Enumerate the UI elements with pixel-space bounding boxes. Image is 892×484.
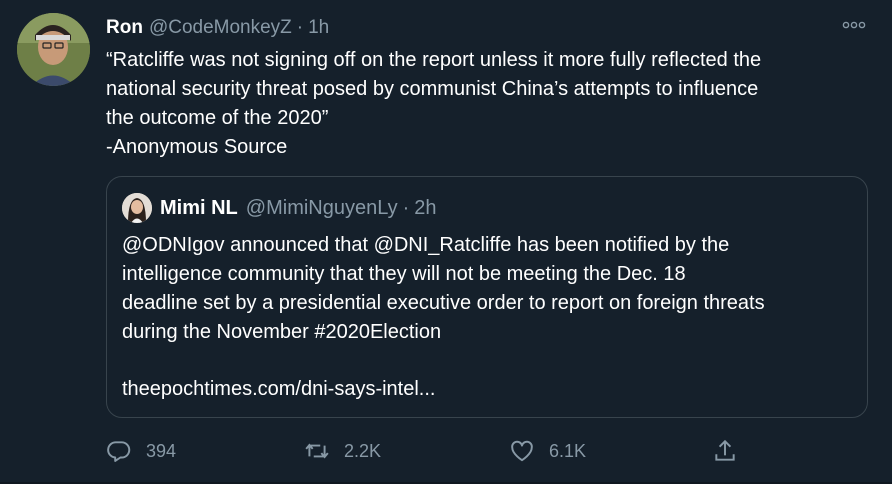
author-name[interactable]: Ron bbox=[106, 17, 143, 39]
more-icon bbox=[842, 21, 866, 29]
like-button[interactable]: 6.1K bbox=[509, 434, 586, 468]
reply-button[interactable]: 394 bbox=[106, 434, 176, 468]
share-icon bbox=[715, 439, 735, 461]
quoted-tweet[interactable]: Mimi NL @MimiNguyenLy · 2h @ODNIgov anno… bbox=[106, 176, 868, 418]
separator-dot: · bbox=[402, 196, 410, 219]
separator-dot: · bbox=[296, 17, 304, 38]
tweet-text: “Ratcliffe was not signing off on the re… bbox=[106, 49, 762, 158]
retweet-count: 2.2K bbox=[344, 440, 382, 461]
tweet[interactable]: Ron @CodeMonkeyZ · 1h “Ratcliffe was not… bbox=[0, 0, 892, 484]
author-handle[interactable]: @CodeMonkeyZ bbox=[149, 17, 292, 39]
retweet-icon bbox=[305, 443, 329, 459]
retweet-button[interactable]: 2.2K bbox=[304, 434, 381, 468]
quoted-author-handle: @MimiNguyenLy bbox=[245, 196, 398, 219]
quoted-tweet-link[interactable]: theepochtimes.com/dni-says-intel... bbox=[122, 378, 435, 401]
reply-count: 394 bbox=[146, 440, 177, 461]
tweet-header: Ron @CodeMonkeyZ · 1h bbox=[106, 13, 872, 43]
quoted-tweet-header: Mimi NL @MimiNguyenLy · 2h bbox=[122, 192, 437, 224]
avatar[interactable] bbox=[17, 13, 90, 86]
quoted-tweet-time: 2h bbox=[414, 196, 437, 219]
quoted-tweet-text: @ODNIgov announced that @DNI_Ratcliffe h… bbox=[122, 234, 765, 343]
share-button[interactable] bbox=[712, 434, 752, 468]
like-count: 6.1K bbox=[549, 440, 587, 461]
action-bar: 394 2.2K 6.1K bbox=[106, 434, 746, 468]
quoted-avatar bbox=[122, 193, 152, 223]
tweet-time[interactable]: 1h bbox=[308, 17, 329, 39]
more-button[interactable] bbox=[840, 14, 868, 36]
reply-icon bbox=[107, 441, 131, 462]
quoted-author-name: Mimi NL bbox=[160, 196, 238, 219]
heart-icon bbox=[511, 440, 533, 462]
